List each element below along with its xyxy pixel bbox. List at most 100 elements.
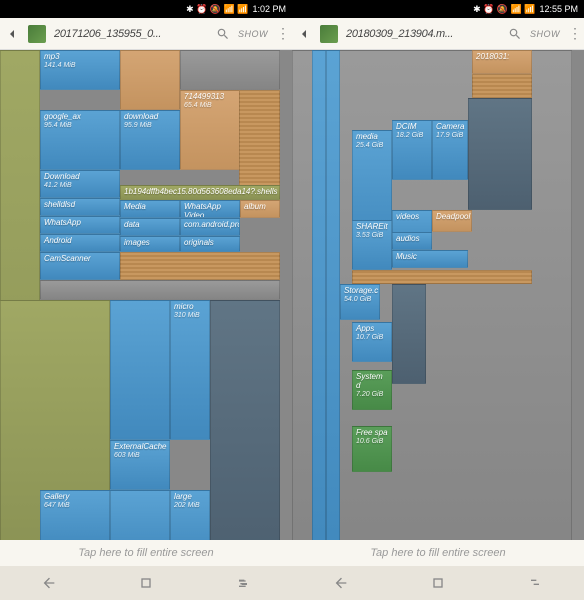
search-icon[interactable] [216, 27, 230, 41]
block-label: ExternalCache [114, 442, 166, 451]
block-size: 3.53 GiB [356, 232, 388, 240]
file-title[interactable]: 20180309_213904.m... [346, 28, 500, 40]
treemap-block[interactable]: large202 MiB [170, 490, 210, 540]
footer-hint[interactable]: Tap here to fill entire screen [292, 540, 584, 566]
status-icons: ✱ ⏰ 🔕 📶 📶 [473, 4, 535, 15]
treemap-block[interactable]: com.android.provi [180, 218, 240, 236]
toolbar: 20180309_213904.m... SHOW ⋮ [292, 18, 584, 50]
block-size: 202 MiB [174, 502, 206, 510]
block-label: videos [396, 212, 419, 221]
treemap-block[interactable] [239, 90, 280, 190]
menu-dots-icon[interactable]: ⋮ [276, 25, 288, 42]
treemap-block[interactable]: audios [392, 232, 432, 250]
treemap-block[interactable]: data [120, 218, 180, 236]
block-size: 54.0 GiB [344, 296, 376, 304]
app-logo-icon [28, 25, 46, 43]
block-size: 647 MiB [44, 502, 106, 510]
block-size: 141.4 MiB [44, 62, 116, 70]
status-bar: ✱ ⏰ 🔕 📶 📶 1:02 PM [0, 0, 292, 18]
block-label: Free spa [356, 428, 388, 437]
block-label: shelldlsd [44, 200, 75, 209]
file-title[interactable]: 20171206_135955_0... [54, 28, 208, 40]
treemap-block[interactable]: SHAREit3.53 GiB [352, 220, 392, 270]
block-size: 603 MiB [114, 452, 166, 460]
block-label: System d [356, 372, 383, 390]
treemap-block[interactable]: Media [120, 200, 180, 218]
treemap-block[interactable]: mp3141.4 MiB [40, 50, 120, 90]
show-button[interactable]: SHOW [530, 29, 560, 39]
block-size: 65.4 MiB [184, 102, 236, 110]
block-label: album [244, 202, 266, 211]
treemap-block[interactable] [312, 50, 326, 540]
menu-dots-icon[interactable]: ⋮ [568, 25, 580, 42]
block-label: download [124, 112, 158, 121]
footer-hint[interactable]: Tap here to fill entire screen [0, 540, 292, 566]
block-label: CamScanner [44, 254, 91, 263]
status-bar: ✱ ⏰ 🔕 📶 📶 12:55 PM [292, 0, 584, 18]
treemap-block[interactable]: album [240, 200, 280, 218]
treemap-block[interactable] [210, 300, 280, 540]
block-label: Download [44, 172, 80, 181]
treemap-block[interactable] [120, 252, 280, 280]
treemap-block[interactable]: google_ax95.4 MiB [40, 110, 120, 170]
treemap-block[interactable]: 1b194dffb4bec15.80d563608eda14?.shells [120, 185, 280, 200]
treemap-block[interactable]: Free spa10.6 GiB [352, 426, 392, 472]
treemap-left[interactable]: mp3141.4 MiBgoogle_ax95.4 MiBdownload95.… [0, 50, 292, 540]
block-label: micro [174, 302, 194, 311]
treemap-block[interactable]: CamScanner [40, 252, 120, 280]
treemap-block[interactable]: download95.9 MiB [120, 110, 180, 170]
nav-recent-icon[interactable] [235, 575, 251, 591]
treemap-block[interactable]: DCIM18.2 GiB [392, 120, 432, 180]
back-icon[interactable] [4, 26, 20, 42]
status-time: 1:02 PM [252, 4, 286, 14]
block-size: 10.6 GiB [356, 438, 388, 446]
treemap-block[interactable]: ExternalCache603 MiB [110, 440, 170, 490]
treemap-block[interactable]: Camera17.9 GiB [432, 120, 468, 180]
block-label: Camera [436, 122, 464, 131]
treemap-block[interactable]: Music [392, 250, 468, 268]
treemap-block[interactable] [472, 74, 532, 98]
treemap-block[interactable]: Deadpool [432, 210, 472, 232]
treemap-block[interactable] [468, 98, 532, 210]
nav-back-icon[interactable] [333, 575, 349, 591]
treemap-block[interactable]: Android [40, 234, 120, 252]
block-size: 41.2 MiB [44, 182, 116, 190]
back-icon[interactable] [296, 26, 312, 42]
treemap-block[interactable]: micro310 MiB [170, 300, 210, 440]
treemap-block[interactable]: Download41.2 MiB [40, 170, 120, 198]
show-button[interactable]: SHOW [238, 29, 268, 39]
treemap-block[interactable]: 71449931365.4 MiB [180, 90, 240, 170]
left-pane: ✱ ⏰ 🔕 📶 📶 1:02 PM 20171206_135955_0... S… [0, 0, 292, 600]
block-label: media [356, 132, 378, 141]
status-icons: ✱ ⏰ 🔕 📶 📶 [186, 4, 248, 15]
treemap-block[interactable] [180, 50, 280, 90]
block-label: google_ax [44, 112, 81, 121]
treemap-block[interactable]: Gallery647 MiB [40, 490, 110, 540]
treemap-block[interactable] [40, 280, 280, 300]
block-size: 95.9 MiB [124, 122, 176, 130]
treemap-block[interactable]: WhatsApp [40, 216, 120, 234]
treemap-block[interactable] [326, 50, 340, 540]
treemap-block[interactable] [352, 270, 532, 284]
treemap-block[interactable]: originals [180, 236, 240, 252]
treemap-right[interactable]: 2018031:media25.4 GiBDCIM18.2 GiBCamera1… [292, 50, 584, 540]
block-label: Media [124, 202, 146, 211]
treemap-block[interactable] [110, 300, 170, 440]
treemap-block[interactable]: Apps10.7 GiB [352, 322, 392, 362]
treemap-block[interactable]: shelldlsd [40, 198, 120, 216]
nav-back-icon[interactable] [41, 575, 57, 591]
treemap-block[interactable] [392, 284, 426, 384]
treemap-block[interactable]: images [120, 236, 180, 252]
treemap-block[interactable] [120, 50, 180, 110]
treemap-block[interactable]: WhatsApp Video [180, 200, 240, 218]
treemap-block[interactable]: 2018031: [472, 50, 532, 74]
block-label: mp3 [44, 52, 60, 61]
treemap-block[interactable]: System d7.20 GiB [352, 370, 392, 410]
block-size: 10.7 GiB [356, 334, 388, 342]
nav-home-icon[interactable] [138, 575, 154, 591]
search-icon[interactable] [508, 27, 522, 41]
treemap-block[interactable] [110, 490, 170, 540]
treemap-block[interactable]: Storage.c54.0 GiB [340, 284, 380, 320]
nav-recent-icon[interactable] [527, 575, 543, 591]
nav-home-icon[interactable] [430, 575, 446, 591]
